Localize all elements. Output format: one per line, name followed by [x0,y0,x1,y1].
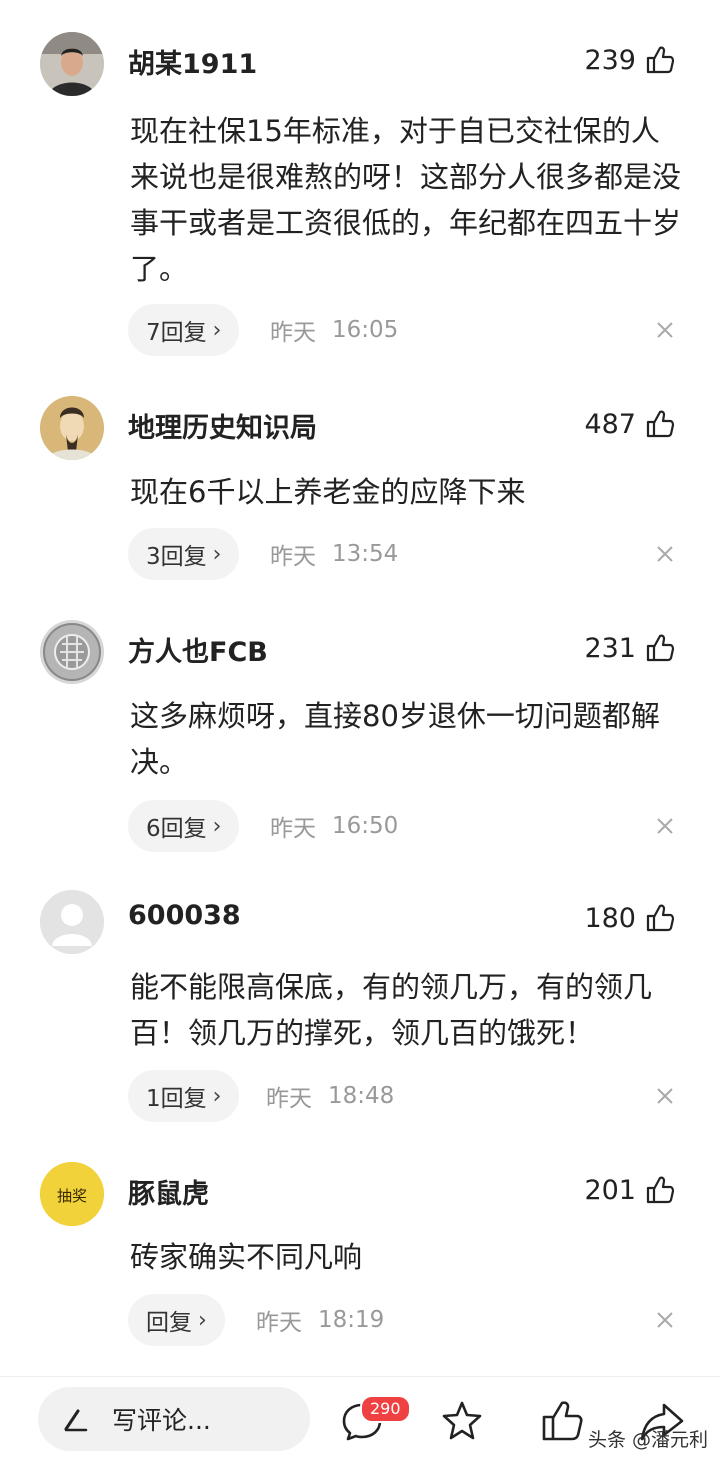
chevron-right-icon: › [212,317,222,343]
chevron-right-icon: › [212,1083,222,1109]
comment-time: 昨天 13:54 [270,528,398,580]
thumbs-up-icon[interactable] [644,44,676,76]
like-button[interactable]: 231 [584,628,676,668]
comment-day: 昨天 [270,816,316,842]
comment-text: 现在社保15年标准，对于自已交社保的人来说也是很难熬的呀！这部分人很多都是没事干… [130,114,682,286]
chevron-right-icon: › [198,1307,207,1333]
replies-label: 1回复 [146,1086,207,1112]
user-avatar[interactable] [40,890,104,954]
close-icon[interactable] [654,1294,676,1346]
like-button[interactable]: 239 [584,40,676,80]
star-favorite-icon[interactable] [438,1397,486,1445]
replies-button[interactable]: 3回复 › [128,528,240,580]
comment-count-badge: 290 [360,1395,411,1423]
comment-day: 昨天 [256,1310,302,1336]
like-count: 180 [584,902,636,934]
replies-label: 7回复 [146,320,207,346]
like-button[interactable]: 180 [584,898,676,938]
comment-text: 能不能限高保底，有的领几万，有的领几百！领几万的撑死，领几百的饿死！ [130,970,653,1050]
comment-time: 昨天 18:19 [256,1294,384,1346]
like-button[interactable]: 487 [584,404,676,444]
username[interactable]: 地理历史知识局 [128,406,317,445]
comment-time: 昨天 16:50 [270,800,398,852]
close-icon[interactable] [654,304,676,356]
thumbs-up-icon[interactable] [644,632,676,664]
avatar-badge-text: 抽奖 [57,1187,87,1205]
comment-text: 现在6千以上养老金的应降下来 [130,475,526,509]
thumbs-up-icon[interactable] [644,1174,676,1206]
comment-clock: 16:05 [332,317,399,343]
close-icon[interactable] [654,800,676,852]
like-count: 239 [584,44,636,76]
user-avatar[interactable]: 抽奖 [40,1162,104,1226]
like-count: 487 [584,408,636,440]
thumbs-up-icon[interactable] [644,408,676,440]
watermark: 头条 @潘元利 [588,1429,709,1451]
like-count: 231 [584,632,636,664]
close-icon[interactable] [654,1070,676,1122]
comment-day: 昨天 [266,1086,312,1112]
ancient-portrait-avatar-icon [40,396,104,460]
replies-button[interactable]: 6回复 › [128,800,240,852]
replies-button[interactable]: 回复 › [128,1294,225,1346]
username[interactable]: 豚鼠虎 [128,1172,209,1211]
comment-clock: 18:19 [318,1307,385,1333]
like-button[interactable]: 201 [584,1170,676,1210]
username[interactable]: 方人也FCB [128,630,268,669]
replies-button[interactable]: 7回复 › [128,304,240,356]
lottery-badge-avatar-icon: 抽奖 [40,1162,104,1226]
pen-icon [64,1409,88,1432]
default-person-avatar-icon [40,890,104,954]
chevron-right-icon: › [212,813,222,839]
username[interactable]: 600038 [128,900,241,931]
comment-day: 昨天 [270,320,316,346]
thumbs-up-icon[interactable] [644,902,676,934]
replies-label: 回复 [146,1310,192,1336]
thumbs-up-icon[interactable] [538,1397,586,1445]
comment-clock: 18:48 [328,1083,395,1109]
like-count: 201 [584,1174,636,1206]
user-avatar[interactable] [40,396,104,460]
write-comment-input[interactable]: 写评论... [38,1387,310,1451]
replies-button[interactable]: 1回复 › [128,1070,240,1122]
man-photo-avatar-icon [40,32,104,96]
write-comment-placeholder: 写评论... [112,1406,211,1435]
comment-day: 昨天 [270,544,316,570]
fc-bayern-logo-avatar-icon [40,620,104,684]
comment-text: 砖家确实不同凡响 [130,1240,363,1274]
user-avatar[interactable] [40,620,104,684]
replies-label: 6回复 [146,816,207,842]
user-avatar[interactable] [40,32,104,96]
chevron-right-icon: › [212,541,222,567]
comment-text: 这多麻烦呀，直接80岁退休一切问题都解决。 [130,699,660,779]
username[interactable]: 胡某1911 [128,42,257,81]
comment-clock: 16:50 [332,813,399,839]
replies-label: 3回复 [146,544,207,570]
comment-time: 昨天 18:48 [266,1070,394,1122]
close-icon[interactable] [654,528,676,580]
bottom-action-bar: 写评论... 290 头条 @潘元利 [0,1376,720,1463]
comment-clock: 13:54 [332,541,399,567]
comment-time: 昨天 16:05 [270,304,398,356]
